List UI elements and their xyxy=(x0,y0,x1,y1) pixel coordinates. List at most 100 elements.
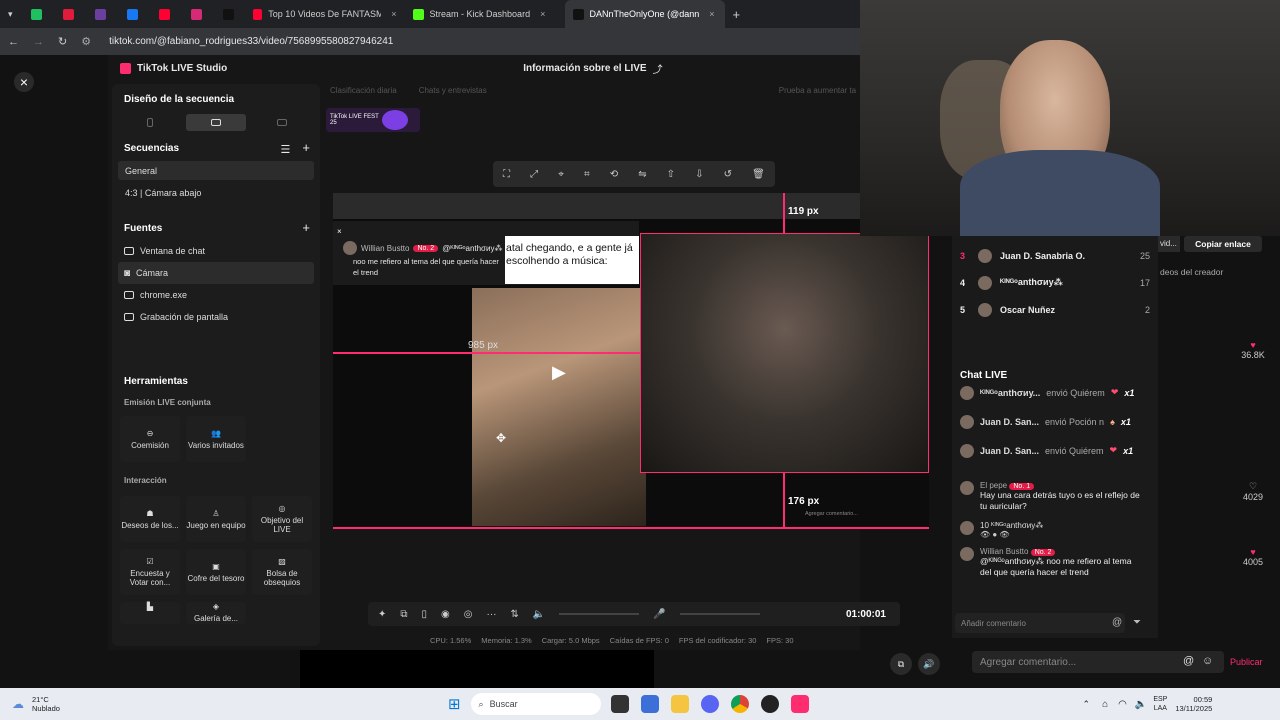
copy-link-button[interactable]: Copiar enlace xyxy=(1184,236,1262,252)
phone-icon[interactable]: ▯ xyxy=(422,609,428,620)
chrome-icon[interactable] xyxy=(730,695,749,713)
tray-wifi-icon[interactable]: ◠ xyxy=(1118,699,1127,710)
source-video[interactable]: ▶ xyxy=(472,288,646,526)
layer-down-icon[interactable]: ⇩ xyxy=(695,169,703,180)
wishes-tool[interactable]: ☗ Deseos de los... xyxy=(120,496,180,542)
tab-trial[interactable]: Prueba a aumentar ta xyxy=(779,86,856,95)
filter-icon[interactable]: ⏷ xyxy=(1133,617,1141,628)
weather-widget[interactable]: 21°C Nublado xyxy=(32,695,60,713)
source-item-chat-window[interactable]: Ventana de chat xyxy=(118,240,314,262)
live-fest-badge[interactable]: TikTok LIVE FEST 25 xyxy=(326,108,420,132)
source-item-chrome[interactable]: chrome.exe xyxy=(118,284,314,306)
magic-icon[interactable]: ✦ xyxy=(378,609,386,620)
record-icon[interactable]: ◉ xyxy=(441,609,450,620)
dual-layout-button[interactable] xyxy=(252,114,312,131)
poll-tool[interactable]: ☑ Encuesta y Votar con... xyxy=(120,549,180,595)
browser-tab[interactable] xyxy=(181,0,213,28)
tray-speaker-icon[interactable]: 🔈 xyxy=(1135,699,1147,710)
caption-icon[interactable]: ⧉ xyxy=(890,653,912,675)
mic-icon[interactable]: 🎤 xyxy=(653,609,665,620)
camera-toggle-icon[interactable]: ◎ xyxy=(464,609,473,620)
add-sequence-icon[interactable]: + xyxy=(302,141,310,156)
publish-button[interactable]: Publicar xyxy=(1230,657,1263,667)
expand-icon[interactable]: ⤢ xyxy=(530,169,538,180)
gallery-tool[interactable]: ◈ Galería de... xyxy=(186,602,246,624)
discord-icon[interactable] xyxy=(700,695,719,713)
delete-icon[interactable]: 🗑 xyxy=(752,169,765,180)
obs-icon[interactable] xyxy=(760,695,779,713)
like-counter[interactable]: ♥ 36.8K xyxy=(1238,340,1268,360)
windows-start-icon[interactable]: ⊞ xyxy=(448,695,461,713)
url-field[interactable]: tiktok.com/@fabiano_rodrigues33/video/75… xyxy=(109,36,393,47)
browser-tab[interactable]: Top 10 Videos De FANTASMAS × xyxy=(245,0,405,28)
site-info-icon[interactable]: ⚙ xyxy=(81,35,91,48)
close-tab-icon[interactable]: × xyxy=(709,9,714,19)
browser-tab[interactable] xyxy=(213,0,245,28)
mention-icon[interactable]: @ xyxy=(1183,655,1194,667)
gift-bag-tool[interactable]: ▨ Bolsa de obsequios xyxy=(252,549,312,595)
source-item-screen-capture[interactable]: Grabación de pantalla xyxy=(118,306,314,328)
treasure-chest-tool[interactable]: ▣ Cofre del tesoro xyxy=(186,549,246,595)
browser-tab[interactable]: Stream - Kick Dashboard × xyxy=(405,0,565,28)
source-item-camera[interactable]: ◙ Cámara xyxy=(118,262,314,284)
multi-guest-tool[interactable]: 👥 Varios invitados xyxy=(186,416,246,462)
share-icon[interactable]: ⤴ xyxy=(653,61,663,76)
close-icon[interactable]: × xyxy=(14,72,34,92)
layer-up-icon[interactable]: ⇧ xyxy=(667,169,675,180)
browser-tab[interactable] xyxy=(117,0,149,28)
video-tab[interactable]: vid... xyxy=(1158,236,1180,252)
close-tab-icon[interactable]: × xyxy=(540,9,545,19)
crop-icon[interactable]: ⌗ xyxy=(584,169,590,180)
speaker-volume-slider[interactable] xyxy=(559,613,640,615)
browser-tab[interactable] xyxy=(53,0,85,28)
folder-icon[interactable] xyxy=(670,695,689,713)
like-counter[interactable]: ♡ 4029 xyxy=(1238,481,1268,502)
add-source-icon[interactable]: + xyxy=(302,221,310,234)
browser-tab[interactable] xyxy=(149,0,181,28)
close-tab-icon[interactable]: × xyxy=(391,9,396,19)
tab-chats[interactable]: Chats y entrevistas xyxy=(419,86,487,95)
browser-tab[interactable] xyxy=(85,0,117,28)
ranking-row[interactable]: 4 ᴷᴵᴺᴳᵒanthσиу⁂ 17 xyxy=(960,269,1150,296)
center-icon[interactable]: ⌖ xyxy=(558,169,564,180)
browser-tab[interactable] xyxy=(21,0,53,28)
tab-menu-button[interactable]: ▾ xyxy=(0,0,21,28)
reload-icon[interactable]: ↻ xyxy=(58,35,67,48)
mention-icon[interactable]: @ xyxy=(1112,617,1122,628)
scene-icon[interactable]: ⧉ xyxy=(400,609,407,620)
speaker-icon[interactable]: 🔈 xyxy=(533,609,545,620)
browser-tab[interactable]: DANnTheOnlyOne (@dann × xyxy=(564,0,725,28)
taskview-icon[interactable] xyxy=(610,695,629,713)
embedded-close-icon[interactable]: × xyxy=(337,227,342,236)
tray-chevron-icon[interactable]: ⌃ xyxy=(1083,699,1091,710)
list-icon[interactable]: ☰ xyxy=(281,143,291,156)
tab-daily-ranking[interactable]: Clasificación diaria xyxy=(330,86,397,95)
language-indicator[interactable]: ESP LAA xyxy=(1153,695,1167,713)
clock[interactable]: 00:59 13/11/2025 xyxy=(1175,695,1212,713)
creator-videos-tab[interactable]: deos del creador xyxy=(1160,267,1223,277)
calculator-icon[interactable] xyxy=(640,695,659,713)
fit-icon[interactable]: ⛶ xyxy=(503,169,510,180)
chat-input[interactable]: Añadir comentario xyxy=(955,613,1125,633)
ranking-row[interactable]: 3 Juan D. Sanabria O. 25 xyxy=(960,242,1150,269)
tiktok-live-icon[interactable] xyxy=(790,695,809,713)
back-icon[interactable]: ← xyxy=(8,36,19,48)
weather-icon[interactable]: ☁ xyxy=(12,697,24,711)
ranking-row[interactable]: 5 Oscar Nuñez 2 xyxy=(960,296,1150,323)
rotate-icon[interactable]: ⟲ xyxy=(610,169,618,180)
team-game-tool[interactable]: ♙ Juego en equipo xyxy=(186,496,246,542)
live-info-title[interactable]: Información sobre el LIVE xyxy=(523,63,646,74)
play-icon[interactable]: ▶ xyxy=(552,362,572,382)
like-counter[interactable]: ♥ 4005 xyxy=(1238,547,1268,567)
taskbar-search[interactable]: ⌕ Buscar xyxy=(470,693,601,715)
undo-icon[interactable]: ↺ xyxy=(724,169,732,180)
more-icon[interactable]: ··· xyxy=(487,609,497,620)
flip-icon[interactable]: ⇋ xyxy=(638,169,646,180)
emoji-icon[interactable]: ☺ xyxy=(1202,655,1213,667)
camera-source[interactable] xyxy=(640,233,929,473)
live-goal-tool[interactable]: ◎ Objetivo del LIVE xyxy=(252,496,312,542)
portrait-button[interactable] xyxy=(120,114,180,131)
mic-volume-slider[interactable] xyxy=(679,613,760,615)
forward-icon[interactable]: → xyxy=(33,36,44,48)
mixer-icon[interactable]: ⇅ xyxy=(511,609,519,620)
